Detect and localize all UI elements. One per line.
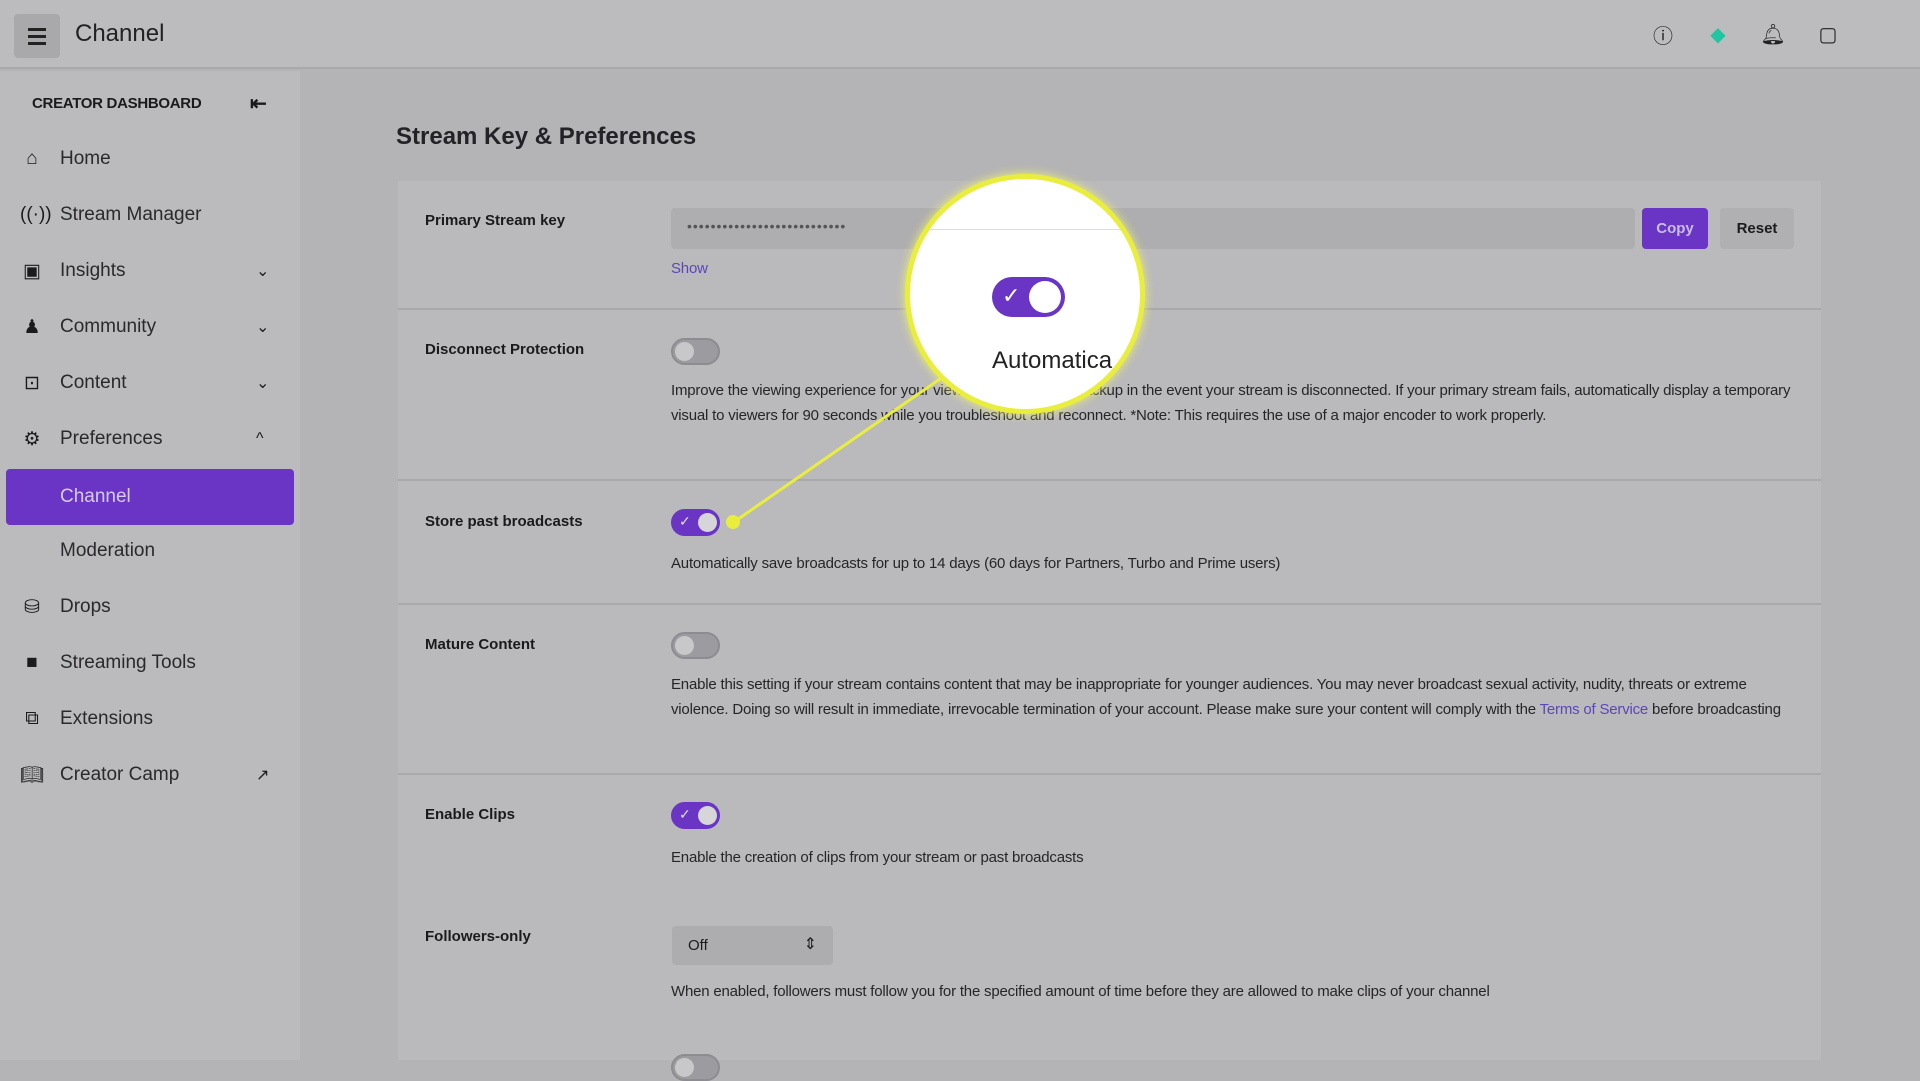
disconnect-protection-desc: Improve the viewing experience for your … (671, 382, 1791, 424)
sidebar-item-drops[interactable]: ⛁ Drops (0, 579, 300, 635)
sidebar-item-label: Creator Camp (60, 764, 180, 785)
followers-only-select[interactable]: Off ⇕ (672, 926, 833, 965)
top-bar: Channel ⓘ ◆ 🔔︎ ▢ (0, 0, 1920, 69)
stream-key-input[interactable]: ••••••••••••••••••••••••••• (671, 208, 1635, 249)
menu-icon[interactable] (14, 14, 60, 58)
check-icon: ✓ (1002, 283, 1021, 308)
enable-clips-label: Enable Clips (425, 806, 516, 823)
insights-icon: ▣ (23, 260, 41, 282)
sidebar-item-label: Preferences (60, 428, 163, 449)
enable-clips-desc: Enable the creation of clips from your s… (671, 849, 1084, 866)
help-icon[interactable]: ⓘ (1651, 22, 1675, 48)
content-icon: ⊡ (24, 372, 40, 394)
copy-button[interactable]: Copy (1642, 208, 1708, 249)
terms-of-service-link[interactable]: Terms of Service (1540, 701, 1649, 718)
sidebar-item-channel[interactable]: Channel (6, 469, 294, 525)
sidebar-item-label: Extensions (60, 708, 153, 729)
sidebar-item-label: Content (60, 372, 127, 393)
magnified-text: Automatica (992, 347, 1113, 374)
external-link-icon: ↗ (256, 767, 270, 784)
sidebar-item-label: Community (60, 316, 157, 337)
select-value: Off (688, 937, 708, 954)
sidebar-item-label: Drops (60, 596, 111, 617)
page-header-title: Channel (75, 20, 165, 47)
sidebar-item-moderation[interactable]: Moderation (0, 523, 300, 579)
followers-only-label: Followers-only (425, 928, 531, 945)
book-icon: 📖︎ (20, 765, 45, 786)
followers-only-desc: When enabled, followers must follow you … (671, 983, 1490, 1000)
disconnect-protection-toggle[interactable] (671, 338, 720, 365)
chevron-down-icon: ⌄ (256, 263, 270, 280)
home-icon: ⌂ (26, 148, 38, 169)
drops-icon: ⛁ (24, 596, 40, 618)
divider (398, 479, 1821, 481)
sidebar-item-preferences[interactable]: ⚙ Preferences ^ (0, 411, 300, 467)
store-broadcasts-label: Store past broadcasts (425, 513, 583, 530)
sidebar-item-insights[interactable]: ▣ Insights ⌄ (0, 243, 300, 299)
magnifier-divider (910, 229, 1140, 230)
sidebar-item-label: Insights (60, 260, 126, 281)
partial-toggle[interactable] (671, 1054, 720, 1081)
sidebar-item-content[interactable]: ⊡ Content ⌄ (0, 355, 300, 411)
divider (398, 603, 1821, 605)
extensions-icon: ⧉ (25, 708, 39, 729)
divider (398, 773, 1821, 775)
community-icon: ♟ (23, 316, 41, 338)
page-title: Stream Key & Preferences (396, 123, 697, 150)
prime-loot-icon[interactable]: ◆ (1706, 22, 1730, 46)
sidebar-item-label: Channel (60, 486, 131, 507)
sidebar-item-streaming-tools[interactable]: ■ Streaming Tools (0, 635, 300, 691)
sidebar-item-extensions[interactable]: ⧉ Extensions (0, 691, 300, 747)
camera-icon: ■ (26, 652, 38, 673)
stream-key-label: Primary Stream key (425, 212, 566, 229)
sidebar-item-label: Streaming Tools (60, 652, 196, 673)
magnifier-callout: ✓ Automatica (905, 174, 1145, 414)
sidebar: CREATOR DASHBOARD ⇤ ⌂ Home ((·)) Stream Ma… (0, 71, 300, 1060)
sidebar-section-title: CREATOR DASHBOARD (32, 95, 202, 112)
mature-desc-text-end: before broadcasting (1648, 701, 1781, 718)
enable-clips-toggle[interactable] (671, 802, 720, 829)
gear-icon: ⚙ (23, 428, 41, 450)
chevron-down-icon: ⌄ (256, 319, 270, 336)
show-key-link[interactable]: Show (671, 256, 1801, 281)
notifications-icon[interactable]: 🔔︎ (1760, 22, 1785, 46)
reset-button[interactable]: Reset (1720, 208, 1794, 249)
broadcast-icon: ((·)) (20, 204, 52, 225)
store-broadcasts-toggle[interactable] (671, 509, 720, 536)
sidebar-item-creator-camp[interactable]: 📖︎ Creator Camp ↗ (0, 747, 300, 803)
collapse-sidebar-icon[interactable]: ⇤ (250, 91, 267, 116)
sidebar-item-stream-manager[interactable]: ((·)) Stream Manager (0, 187, 300, 243)
sidebar-item-label: Stream Manager (60, 204, 202, 225)
whispers-icon[interactable]: ▢ (1816, 22, 1840, 46)
sidebar-item-home[interactable]: ⌂ Home (0, 131, 300, 187)
magnified-toggle: ✓ (992, 277, 1065, 317)
mature-content-toggle[interactable] (671, 632, 720, 659)
sidebar-item-community[interactable]: ♟ Community ⌄ (0, 299, 300, 355)
store-broadcasts-desc: Automatically save broadcasts for up to … (671, 555, 1281, 572)
sidebar-item-label: Moderation (60, 540, 156, 561)
mature-content-label: Mature Content (425, 636, 535, 653)
chevron-down-icon: ⌄ (256, 375, 270, 392)
select-arrows-icon: ⇕ (803, 936, 817, 953)
chevron-up-icon: ^ (256, 430, 264, 447)
sidebar-item-label: Home (60, 148, 111, 169)
disconnect-protection-label: Disconnect Protection (425, 341, 585, 358)
mature-content-desc: Enable this setting if your stream conta… (671, 672, 1801, 722)
